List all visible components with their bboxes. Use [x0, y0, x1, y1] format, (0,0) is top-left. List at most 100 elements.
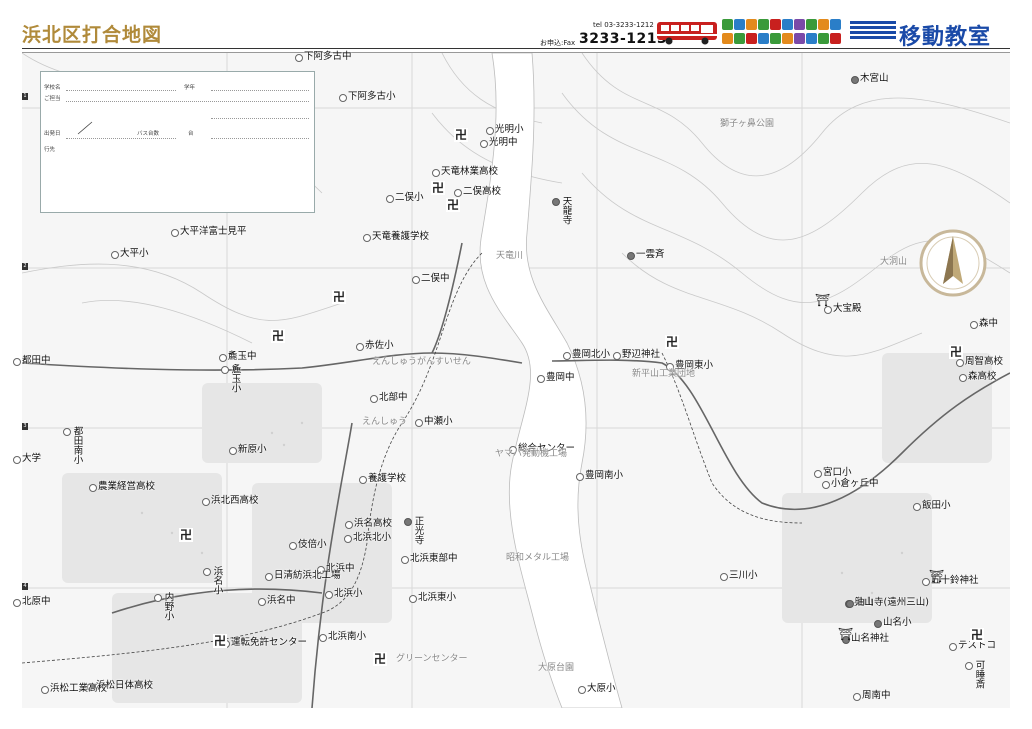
- area-label-kanzanji: 新平山工業団地: [632, 369, 696, 379]
- place-marker-miyakoda-chu[interactable]: [13, 358, 21, 366]
- area-label-tenryu-iriguchi: 天竜川: [496, 251, 524, 261]
- form-date-line[interactable]: [66, 138, 176, 139]
- heart-icon: [746, 33, 757, 44]
- place-marker-toyooka-minami[interactable]: [576, 473, 584, 481]
- form-extra-line[interactable]: [211, 118, 309, 119]
- place-marker-daihozan[interactable]: [824, 306, 832, 314]
- form-bus-line[interactable]: [211, 138, 309, 139]
- place-marker-nakase-sho[interactable]: [415, 419, 423, 427]
- place-marker-hamakita-nishi[interactable]: [202, 498, 210, 506]
- place-marker-miyakoda-minami[interactable]: [63, 428, 71, 436]
- place-marker-uchino-sho[interactable]: [154, 594, 162, 602]
- place-marker-iida-sho[interactable]: [913, 503, 921, 511]
- place-marker-ohira-sho[interactable]: [111, 251, 119, 259]
- place-label-toyooka-chu: 豊岡中: [546, 372, 575, 383]
- place-marker-ohira-fuji[interactable]: [171, 229, 179, 237]
- place-marker-testco[interactable]: [949, 643, 957, 651]
- place-marker-shuchi-yama[interactable]: [846, 600, 854, 608]
- place-label-nisshin-mill: 日清紡浜北工場: [274, 570, 341, 581]
- place-marker-shimoatago-chu[interactable]: [295, 54, 303, 62]
- temple-icon: 卍: [373, 652, 387, 666]
- place-label-kanayama: 可睡斎: [973, 660, 985, 689]
- place-marker-tenryu-ringyo[interactable]: [432, 169, 440, 177]
- place-marker-sanmei-ji[interactable]: [874, 620, 882, 628]
- form-contact-line[interactable]: [66, 101, 309, 102]
- food-icon: [722, 33, 733, 44]
- place-marker-shokoji[interactable]: [404, 518, 412, 526]
- place-label-akasa-sho: 赤佐小: [365, 340, 394, 351]
- place-marker-mori-ko[interactable]: [959, 374, 967, 382]
- place-marker-akasa-sho[interactable]: [356, 343, 364, 351]
- place-marker-kitahama-higashi[interactable]: [409, 595, 417, 603]
- area-label-shishigahana: 獅子ヶ鼻公園: [720, 119, 775, 129]
- place-label-shokoji: 正光寺: [412, 516, 424, 545]
- place-label-futamata-ko: 二俣高校: [463, 186, 502, 197]
- place-marker-komyo-chu[interactable]: [480, 140, 488, 148]
- place-marker-yogo-gakko[interactable]: [359, 476, 367, 484]
- area-label-yamaha: ヤマハ発動機工場: [495, 449, 568, 459]
- place-marker-tomosa-sho[interactable]: [289, 542, 297, 550]
- form-destination-label: 行先: [44, 147, 56, 153]
- place-marker-hamamatsu-kogyo[interactable]: [41, 686, 49, 694]
- place-marker-kokuragaoka-chu[interactable]: [822, 481, 830, 489]
- place-marker-ichiunsai[interactable]: [627, 252, 635, 260]
- temple-icon: 卍: [431, 181, 445, 195]
- place-marker-nobe-jinja[interactable]: [613, 352, 621, 360]
- place-marker-hamakita-kita[interactable]: [344, 535, 352, 543]
- place-marker-ohara-sho[interactable]: [578, 686, 586, 694]
- place-marker-shumei-chu[interactable]: [853, 693, 861, 701]
- place-marker-futamata-sho[interactable]: [386, 195, 394, 203]
- place-marker-kibuku-chu[interactable]: [219, 354, 227, 362]
- place-label-kitahama-sho: 北浜小: [334, 588, 363, 599]
- grid-row-2: 2: [22, 263, 28, 270]
- place-marker-kisshoin[interactable]: [851, 76, 859, 84]
- swim-icon: [830, 19, 841, 30]
- temple-icon: 卍: [454, 128, 468, 142]
- place-label-mori-chu: 森中: [979, 318, 999, 329]
- temple-icon: 卍: [970, 628, 984, 642]
- place-marker-shuchi-ko[interactable]: [956, 359, 964, 367]
- place-label-shinpara-sho: 新原小: [238, 444, 267, 455]
- place-label-yogo-gakko: 養護学校: [368, 473, 407, 484]
- place-marker-hamana-ko[interactable]: [345, 521, 353, 529]
- area-label-enshu-rail: えんしゅうがんすいせん: [372, 357, 471, 367]
- place-marker-hokubu-chu[interactable]: [370, 395, 378, 403]
- place-marker-tenryu-yogo[interactable]: [363, 234, 371, 242]
- place-marker-mori-chu[interactable]: [970, 321, 978, 329]
- place-marker-futamata-ko[interactable]: [454, 189, 462, 197]
- place-marker-nisshin-mill[interactable]: [265, 573, 273, 581]
- place-marker-shimoatago-sho[interactable]: [339, 94, 347, 102]
- place-marker-shinpara-sho[interactable]: [229, 447, 237, 455]
- place-marker-misen-sho[interactable]: [720, 573, 728, 581]
- place-marker-toyooka-chu[interactable]: [537, 375, 545, 383]
- place-marker-kitahama-tobu[interactable]: [401, 556, 409, 564]
- shrine-icon: ⛩: [929, 569, 945, 583]
- place-label-sanmei-ji: 山名小: [883, 617, 912, 628]
- star-icon: [794, 19, 805, 30]
- place-marker-hamana-sho[interactable]: [203, 568, 211, 576]
- form-school-line[interactable]: [66, 90, 176, 91]
- place-label-hamana-sho: 浜名小: [211, 566, 223, 595]
- place-marker-kibuku-sho[interactable]: [221, 366, 229, 374]
- grid-row-3: 3: [22, 423, 28, 430]
- place-marker-hamamatsu-nishi[interactable]: [13, 599, 21, 607]
- place-marker-kitahama-sho[interactable]: [325, 591, 333, 599]
- place-marker-nogyo-keiei[interactable]: [89, 484, 97, 492]
- place-label-komyo-chu: 光明中: [489, 137, 518, 148]
- place-marker-futamata-chu[interactable]: [412, 276, 420, 284]
- place-marker-miyaguchi-sho[interactable]: [814, 470, 822, 478]
- place-marker-hamana-chu[interactable]: [258, 598, 266, 606]
- place-label-kitahama-minami: 北浜南小: [328, 631, 367, 642]
- form-grade-line[interactable]: [211, 90, 309, 91]
- form-stand-label: 台: [188, 131, 194, 137]
- brand-logo: 移動教室: [899, 25, 992, 50]
- place-marker-kanayama[interactable]: [965, 662, 973, 670]
- place-marker-kitahama-minami[interactable]: [319, 634, 327, 642]
- meeting-form[interactable]: 学校名 学年 ご担当 出発日 バス台数 台 行先: [40, 71, 315, 213]
- place-marker-toyooka-kita[interactable]: [563, 352, 571, 360]
- place-marker-tenryuji[interactable]: [552, 198, 560, 206]
- place-label-iida-sho: 飯田小: [922, 500, 951, 511]
- place-label-shumei-chu: 周南中: [862, 690, 891, 701]
- place-marker-ishimoto-ko[interactable]: [13, 456, 21, 464]
- place-marker-komyo-sho[interactable]: [486, 127, 494, 135]
